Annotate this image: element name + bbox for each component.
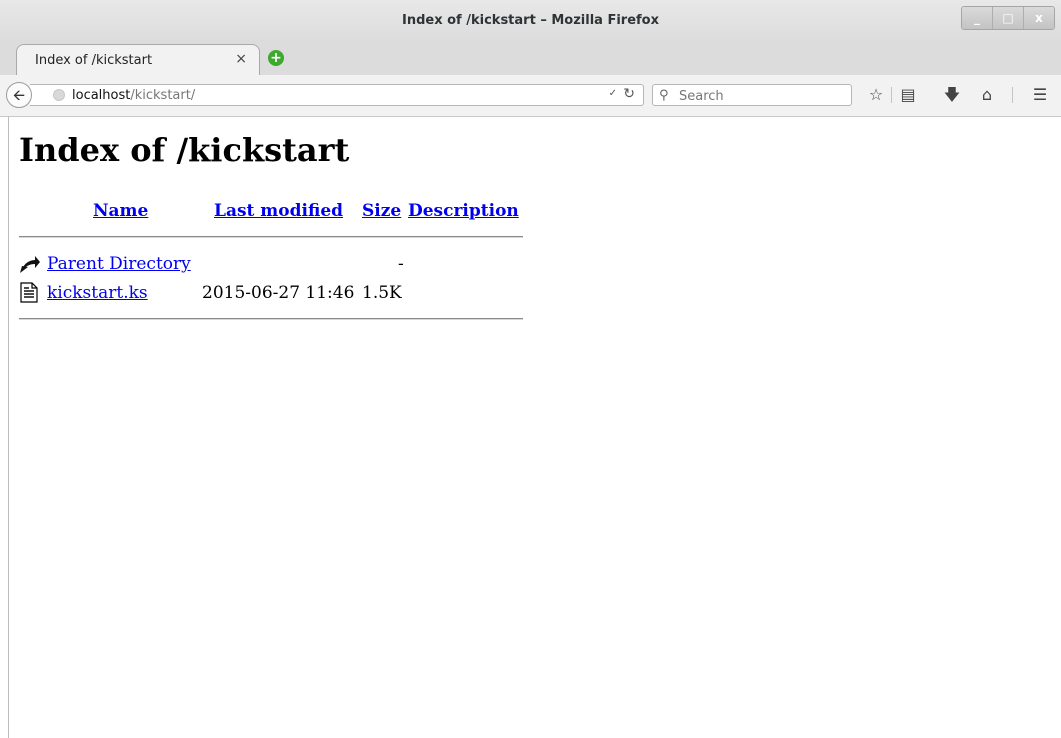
divider bbox=[19, 318, 523, 320]
column-header-description[interactable]: Description bbox=[408, 201, 519, 221]
column-header-last-modified[interactable]: Last modified bbox=[214, 201, 343, 221]
open-menu-icon[interactable]: ☰ bbox=[1030, 84, 1050, 106]
row-last-modified: 2015-06-27 11:46 bbox=[202, 283, 355, 303]
navigation-toolbar: localhost/kickstart/ ✓ ↻ 🡨 ⚲ ☆ ▤ 🡇 ⌂ ☰ bbox=[0, 75, 1061, 117]
tab-index-kickstart[interactable]: Index of /kickstart × bbox=[16, 44, 260, 75]
bookmarks-menu-icon[interactable]: ▤ bbox=[898, 84, 918, 106]
maximize-button[interactable]: □ bbox=[992, 7, 1023, 29]
search-bar[interactable]: ⚲ bbox=[652, 84, 852, 106]
column-header-size[interactable]: Size bbox=[362, 201, 401, 221]
window-titlebar: Index of /kickstart – Mozilla Firefox _ … bbox=[0, 0, 1061, 42]
file-link-kickstart[interactable]: kickstart.ks bbox=[47, 283, 148, 303]
window-controls: _ □ x bbox=[961, 6, 1055, 30]
divider bbox=[19, 236, 523, 238]
new-tab-icon[interactable]: + bbox=[268, 50, 284, 66]
row-size: 1.5K bbox=[362, 283, 402, 303]
close-window-button[interactable]: x bbox=[1023, 7, 1054, 29]
toolbar-separator bbox=[891, 87, 892, 103]
parent-directory-link[interactable]: Parent Directory bbox=[47, 254, 191, 274]
search-input[interactable] bbox=[677, 86, 851, 106]
url-text: localhost/kickstart/ bbox=[72, 88, 195, 103]
reload-icon[interactable]: ↻ bbox=[623, 86, 635, 102]
history-dropdown-icon[interactable]: ✓ bbox=[609, 88, 617, 99]
bookmark-star-icon[interactable]: ☆ bbox=[866, 84, 886, 106]
page-title: Index of /kickstart bbox=[19, 131, 350, 169]
url-bar[interactable]: localhost/kickstart/ ✓ ↻ bbox=[30, 84, 644, 106]
minimize-button[interactable]: _ bbox=[962, 7, 992, 29]
back-icon bbox=[20, 256, 40, 273]
url-host: localhost bbox=[72, 88, 131, 103]
downloads-icon[interactable]: 🡇 bbox=[942, 84, 962, 106]
toolbar-separator bbox=[1012, 87, 1013, 103]
window-title: Index of /kickstart – Mozilla Firefox bbox=[402, 13, 659, 28]
site-identity-icon[interactable] bbox=[53, 89, 65, 101]
search-icon: ⚲ bbox=[659, 88, 669, 103]
url-path: /kickstart/ bbox=[130, 88, 196, 103]
back-icon[interactable]: 🡨 bbox=[6, 82, 32, 108]
row-size: - bbox=[398, 254, 404, 274]
column-header-name[interactable]: Name bbox=[93, 201, 148, 221]
tab-strip: Index of /kickstart × + bbox=[0, 42, 1061, 75]
tab-label: Index of /kickstart bbox=[35, 53, 153, 68]
page-content: Index of /kickstart Name Last modified S… bbox=[8, 117, 1061, 738]
home-icon[interactable]: ⌂ bbox=[977, 84, 997, 106]
text-file-icon bbox=[20, 282, 38, 303]
tab-close-icon[interactable]: × bbox=[235, 51, 247, 67]
